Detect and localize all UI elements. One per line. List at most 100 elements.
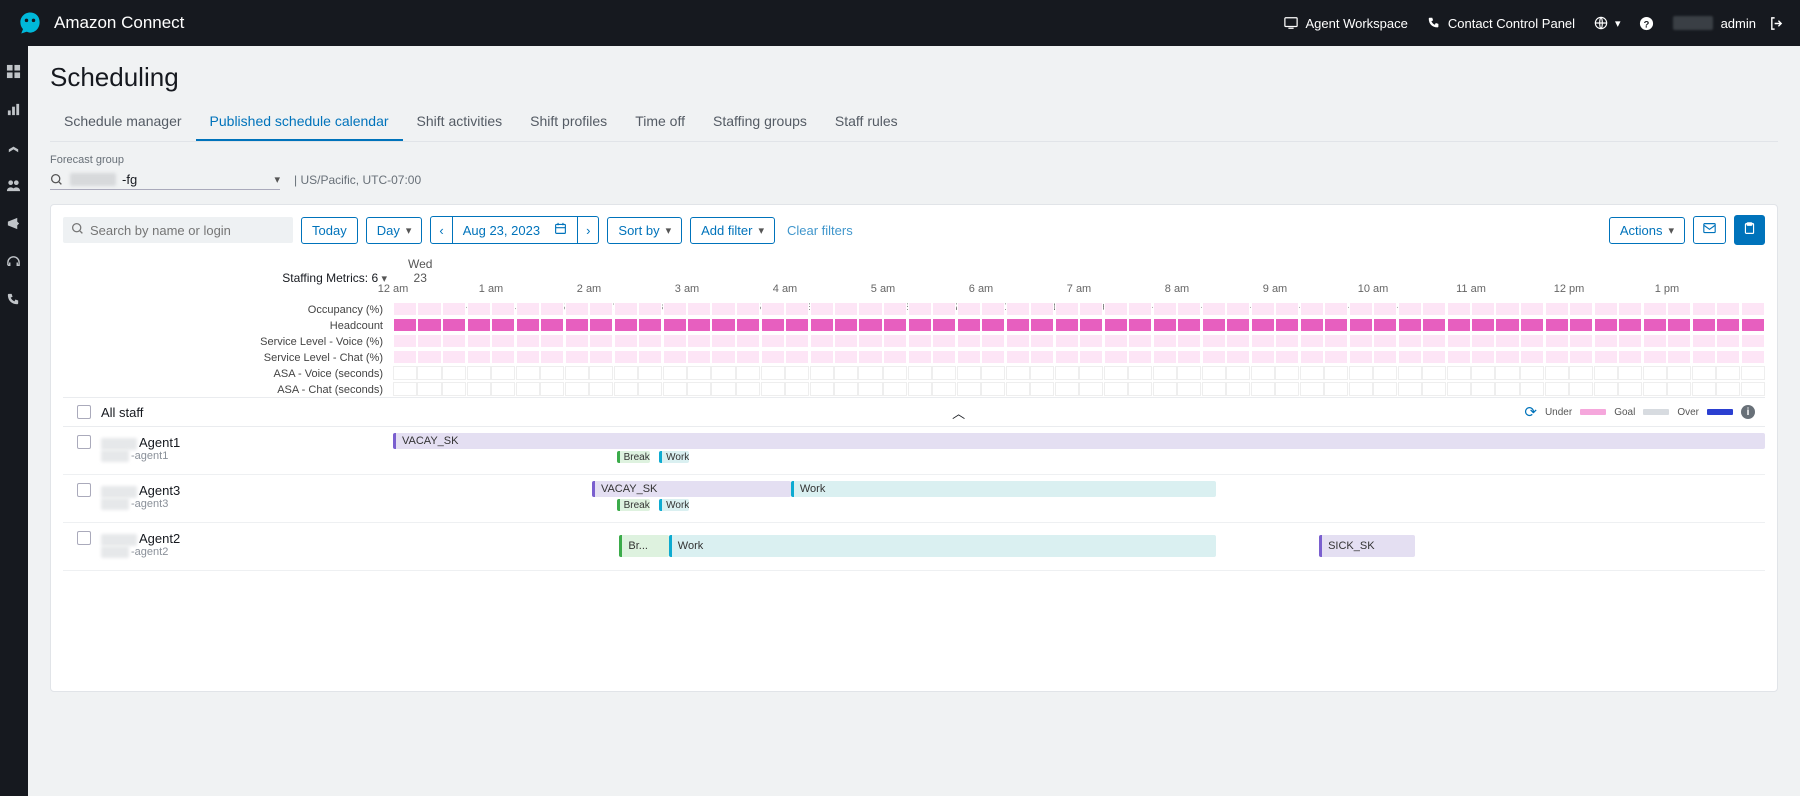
rail-headset-icon[interactable] bbox=[6, 254, 22, 270]
hour-label: 7 am bbox=[1067, 283, 1091, 295]
chevron-right-icon: › bbox=[586, 223, 590, 238]
date-picker[interactable]: Aug 23, 2023 bbox=[453, 216, 578, 244]
signout-icon bbox=[1768, 15, 1784, 31]
workspace-icon bbox=[1283, 15, 1299, 31]
tab-shift-profiles[interactable]: Shift profiles bbox=[516, 103, 621, 141]
chevron-down-icon: ▾ bbox=[1668, 224, 1674, 237]
legend-goal-label: Goal bbox=[1614, 407, 1635, 418]
shift-vacay[interactable]: VACAY_SK bbox=[393, 433, 1765, 449]
shift-break[interactable]: Br... bbox=[619, 535, 668, 557]
timezone-text: | US/Pacific, UTC-07:00 bbox=[294, 173, 421, 187]
today-button[interactable]: Today bbox=[301, 217, 358, 244]
rail-users-icon[interactable] bbox=[6, 178, 22, 194]
shift-break[interactable]: Break bbox=[617, 499, 650, 511]
svg-text:?: ? bbox=[1644, 19, 1650, 29]
select-all-checkbox[interactable] bbox=[77, 405, 91, 419]
mail-button[interactable] bbox=[1693, 216, 1726, 244]
agent-checkbox[interactable] bbox=[77, 531, 91, 545]
rail-campaigns-icon[interactable] bbox=[6, 216, 22, 232]
agent-workspace-link[interactable]: Agent Workspace bbox=[1283, 15, 1407, 31]
page-title: Scheduling bbox=[50, 62, 1778, 93]
tab-staff-rules[interactable]: Staff rules bbox=[821, 103, 912, 141]
view-select[interactable]: Day▾ bbox=[366, 217, 423, 244]
all-staff-label: All staff bbox=[101, 405, 143, 420]
staffing-metrics-toggle[interactable]: Staffing Metrics: 6 ▾ bbox=[282, 271, 387, 285]
agent-track[interactable]: VACAY_SK Break Work bbox=[393, 427, 1765, 474]
shift-work[interactable]: Work bbox=[669, 535, 1216, 557]
rail-routing-icon[interactable] bbox=[6, 140, 22, 156]
metric-row bbox=[393, 365, 1765, 381]
sort-by-select[interactable]: Sort by▾ bbox=[607, 217, 682, 244]
user-menu[interactable]: admin bbox=[1673, 15, 1784, 31]
agent-track[interactable]: VACAY_SKWorkBreakWork bbox=[393, 475, 1765, 522]
agent-name: Agent2 bbox=[101, 531, 180, 546]
prev-day-button[interactable]: ‹ bbox=[430, 216, 452, 244]
hour-label: 5 am bbox=[871, 283, 895, 295]
forecast-group-blur bbox=[70, 173, 116, 186]
agent-checkbox[interactable] bbox=[77, 483, 91, 497]
shift-work[interactable]: Work bbox=[659, 499, 689, 511]
actions-menu[interactable]: Actions▾ bbox=[1609, 217, 1685, 244]
shift-sick[interactable]: SICK_SK bbox=[1319, 535, 1415, 557]
ccp-link[interactable]: Contact Control Panel bbox=[1426, 15, 1575, 31]
shift-work[interactable]: Work bbox=[659, 451, 689, 463]
agent-track[interactable]: Br...Work SICK_SK bbox=[393, 523, 1765, 570]
metric-row bbox=[393, 317, 1765, 333]
rail-dashboard-icon[interactable] bbox=[6, 64, 22, 80]
agent-name: Agent1 bbox=[101, 435, 180, 450]
clear-filters-link[interactable]: Clear filters bbox=[783, 218, 857, 243]
language-menu[interactable]: ▾ bbox=[1593, 15, 1621, 31]
add-filter-button[interactable]: Add filter▾ bbox=[690, 217, 775, 244]
tab-shift-activities[interactable]: Shift activities bbox=[403, 103, 517, 141]
chevron-down-icon: ▾ bbox=[406, 224, 412, 237]
refresh-button[interactable]: ⟳ bbox=[1524, 403, 1537, 421]
agent-workspace-label: Agent Workspace bbox=[1305, 16, 1407, 31]
tab-schedule-manager[interactable]: Schedule manager bbox=[50, 103, 196, 141]
next-day-button[interactable]: › bbox=[578, 216, 599, 244]
hour-label: 12 am bbox=[378, 283, 409, 295]
search-icon bbox=[50, 173, 64, 187]
legend-goal-swatch bbox=[1643, 409, 1669, 415]
forecast-group-select[interactable]: -fg ▾ bbox=[50, 170, 280, 190]
chevron-down-icon: ▾ bbox=[758, 224, 764, 237]
metric-label: ASA - Voice (seconds) bbox=[63, 365, 393, 381]
hour-label: 9 am bbox=[1263, 283, 1287, 295]
help-button[interactable]: ? bbox=[1639, 15, 1655, 31]
globe-icon bbox=[1593, 15, 1609, 31]
phone-icon bbox=[1426, 15, 1442, 31]
rail-phone-icon[interactable] bbox=[6, 292, 22, 308]
hour-label: 11 am bbox=[1456, 283, 1486, 295]
hour-label: 8 am bbox=[1165, 283, 1189, 295]
agent-login: -agent2 bbox=[101, 546, 180, 558]
collapse-metrics-button[interactable]: ︿ bbox=[952, 403, 965, 422]
user-suffix: admin bbox=[1721, 16, 1756, 31]
calendar-icon bbox=[554, 222, 567, 238]
rail-analytics-icon[interactable] bbox=[6, 102, 22, 118]
shift-break[interactable]: Break bbox=[617, 451, 650, 463]
agent-login: -agent1 bbox=[101, 450, 180, 462]
metric-label: Service Level - Voice (%) bbox=[63, 333, 393, 349]
clipboard-button[interactable] bbox=[1734, 215, 1765, 245]
forecast-group-label: Forecast group bbox=[50, 154, 280, 166]
chevron-down-icon: ▾ bbox=[1615, 17, 1621, 30]
shift-vacay[interactable]: VACAY_SK bbox=[592, 481, 791, 497]
agent-row: Agent2-agent2 Br...Work SICK_SK bbox=[63, 523, 1765, 571]
metric-row bbox=[393, 349, 1765, 365]
tab-time-off[interactable]: Time off bbox=[621, 103, 699, 141]
hour-label: 10 am bbox=[1358, 283, 1389, 295]
username-prefix-blur bbox=[1673, 16, 1713, 30]
brand-title: Amazon Connect bbox=[54, 13, 184, 33]
agent-checkbox[interactable] bbox=[77, 435, 91, 449]
search-input[interactable] bbox=[90, 223, 285, 238]
search-input-wrapper[interactable] bbox=[63, 217, 293, 243]
hour-label: 1 pm bbox=[1655, 283, 1679, 295]
info-icon[interactable]: i bbox=[1741, 405, 1755, 419]
shift-work[interactable]: Work bbox=[791, 481, 1216, 497]
agent-name: Agent3 bbox=[101, 483, 180, 498]
metric-label: Headcount bbox=[63, 317, 393, 333]
metric-row bbox=[393, 301, 1765, 317]
tab-staffing-groups[interactable]: Staffing groups bbox=[699, 103, 821, 141]
agent-login: -agent3 bbox=[101, 498, 180, 510]
legend-under-label: Under bbox=[1545, 407, 1572, 418]
tab-published-schedule-calendar[interactable]: Published schedule calendar bbox=[196, 103, 403, 141]
